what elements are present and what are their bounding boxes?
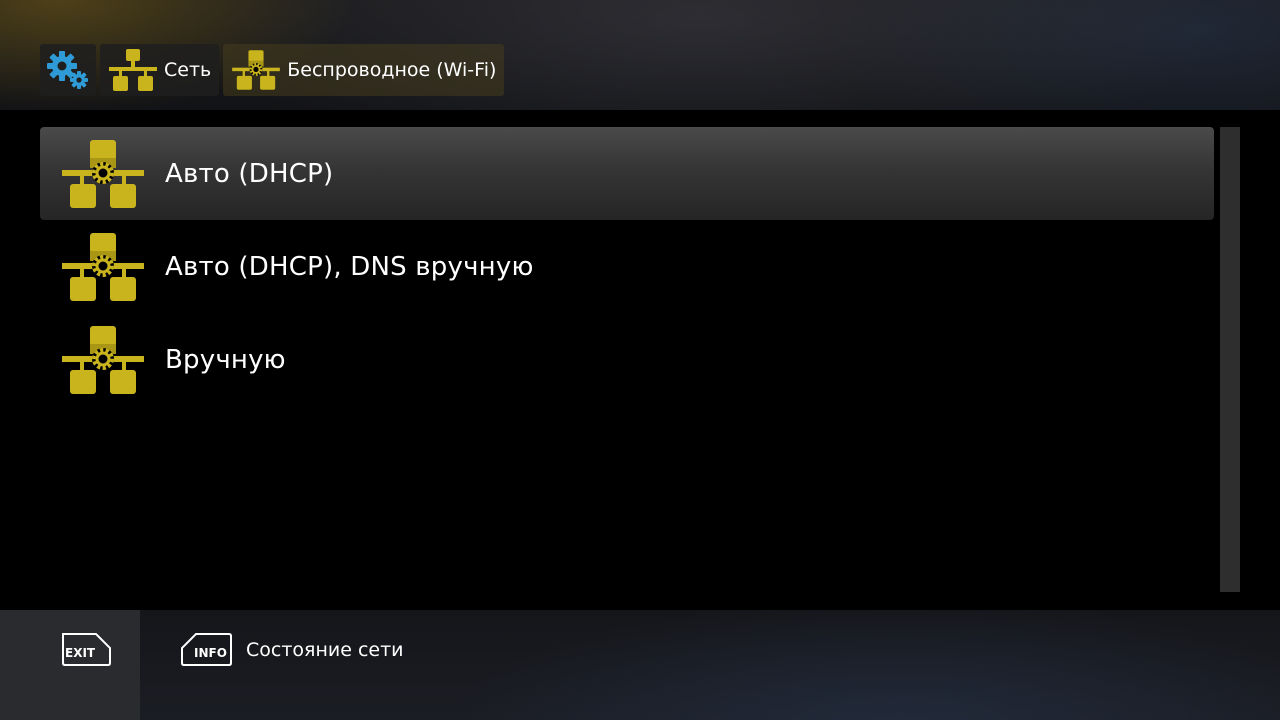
- network-settings-icon: [231, 48, 281, 92]
- network-settings-icon: [60, 138, 146, 210]
- list-item-label: Авто (DHCP), DNS вручную: [165, 251, 534, 282]
- breadcrumb-wifi-label: Беспроводное (Wi-Fi): [287, 59, 497, 81]
- connection-mode-list: Авто (DHCP) Авто (DHCP), DNS вручную Вру…: [40, 127, 1214, 406]
- exit-key-button[interactable]: EXIT: [60, 632, 112, 671]
- breadcrumb-settings[interactable]: [40, 44, 96, 96]
- info-key-button[interactable]: INFO: [180, 632, 232, 671]
- list-item-label: Авто (DHCP): [165, 158, 334, 189]
- network-settings-icon: [60, 231, 146, 303]
- list-item-manual[interactable]: Вручную: [40, 313, 1214, 406]
- list-item-auto-dhcp-manual-dns[interactable]: Авто (DHCP), DNS вручную: [40, 220, 1214, 313]
- header-bar: Сеть Беспроводное (Wi-Fi): [0, 0, 1280, 110]
- breadcrumb-wifi[interactable]: Беспроводное (Wi-Fi): [223, 44, 505, 96]
- network-icon: [108, 48, 158, 92]
- network-settings-icon: [60, 324, 146, 396]
- list-item-auto-dhcp[interactable]: Авто (DHCP): [40, 127, 1214, 220]
- scrollbar[interactable]: [1220, 127, 1240, 592]
- network-status-label: Состояние сети: [246, 639, 404, 661]
- breadcrumb-network-label: Сеть: [164, 59, 212, 81]
- breadcrumb: Сеть Беспроводное (Wi-Fi): [40, 44, 505, 96]
- breadcrumb-network[interactable]: Сеть: [100, 44, 220, 96]
- exit-key-label: EXIT: [65, 646, 96, 660]
- list-item-label: Вручную: [165, 344, 286, 375]
- settings-gears-icon: [44, 48, 92, 92]
- info-key-label: INFO: [194, 646, 227, 660]
